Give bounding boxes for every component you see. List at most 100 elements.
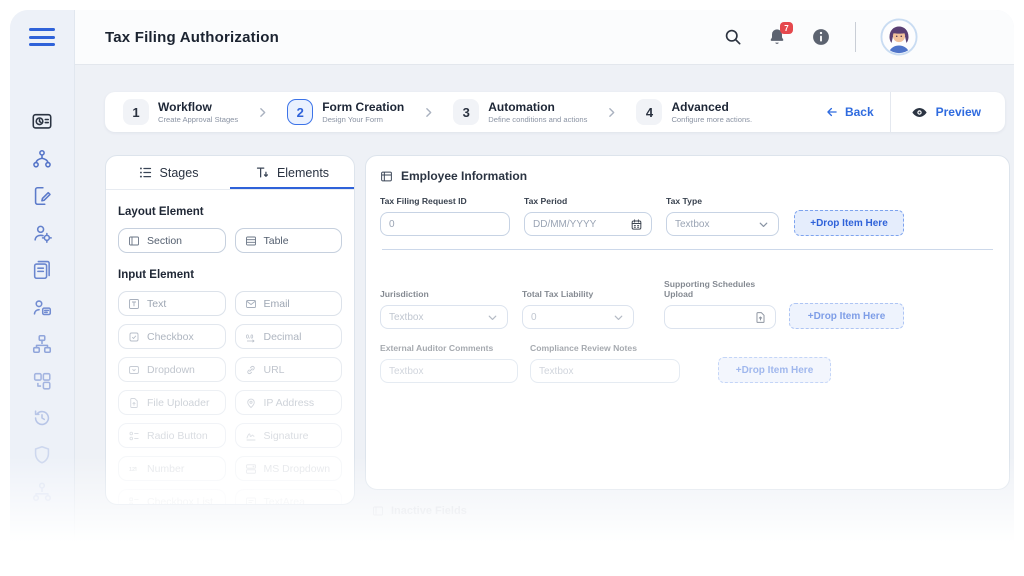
arrow-left-icon	[827, 107, 837, 117]
menu-icon[interactable]	[29, 28, 55, 51]
chevron-right-icon	[256, 106, 269, 119]
section-icon	[373, 506, 383, 516]
palette-item-section[interactable]: Section	[118, 228, 226, 253]
step-automation[interactable]: 3 Automation Define conditions and actio…	[449, 99, 591, 125]
workflow-icon[interactable]	[31, 148, 53, 170]
compliance-review-notes-input[interactable]: Textbox	[530, 359, 680, 383]
section-icon	[381, 171, 392, 181]
field-external-auditor-comments: External Auditor Comments Textbox	[380, 343, 518, 383]
form-section-header: Employee Information	[380, 169, 995, 183]
tab-label: Elements	[276, 165, 330, 180]
palette-item-email[interactable]: Email	[234, 291, 342, 316]
email-icon	[245, 299, 256, 308]
info-icon[interactable]	[811, 27, 831, 47]
step-advanced[interactable]: 4 Advanced Configure more actions.	[632, 99, 756, 125]
stages-icon	[139, 167, 151, 178]
palette-item-text[interactable]: Text	[118, 291, 226, 316]
svg-text:0.0: 0.0	[246, 334, 253, 340]
supporting-schedules-upload-input[interactable]	[664, 305, 776, 329]
search-icon[interactable]	[723, 27, 743, 47]
user-badge-icon[interactable]	[31, 296, 53, 318]
documents-icon[interactable]	[31, 259, 53, 281]
step-number: 1	[123, 99, 149, 125]
file-upload-icon	[756, 311, 765, 323]
layout-element-heading: Layout Element	[118, 206, 204, 218]
field-tax-type: Tax Type Textbox	[666, 196, 779, 236]
form-row-3: External Auditor Comments Textbox Compli…	[380, 343, 995, 383]
user-avatar[interactable]	[880, 18, 918, 56]
drop-zone-3[interactable]: +Drop Item Here	[718, 357, 831, 383]
eye-icon	[912, 107, 927, 117]
org-chart-icon[interactable]	[31, 481, 53, 503]
field-tax-period: Tax Period DD/MM/YYYY	[524, 196, 652, 236]
palette-item-file-uploader[interactable]: File Uploader	[118, 390, 226, 415]
palette-item-textarea[interactable]: TextArea	[234, 489, 342, 504]
hierarchy-icon[interactable]	[31, 333, 53, 355]
tab-stages[interactable]: Stages	[106, 156, 230, 189]
palette-item-table[interactable]: Table	[234, 228, 342, 253]
field-jurisdiction: Jurisdiction Textbox	[380, 289, 508, 329]
panel-tabs: Stages Elements	[106, 156, 354, 190]
dashboard-clock-icon[interactable]	[31, 111, 53, 133]
sidebar-nav	[31, 111, 53, 503]
back-button[interactable]: Back	[809, 105, 890, 119]
form-row-1: Tax Filing Request ID 0 Tax Period DD/MM…	[380, 196, 995, 236]
header-actions: 7	[723, 18, 918, 56]
palette-item-ms-dropdown[interactable]: MS Dropdown	[234, 456, 342, 481]
drop-zone-1[interactable]: +Drop Item Here	[794, 210, 904, 236]
table-icon	[245, 236, 256, 245]
palette-item-signature[interactable]: Signature	[234, 423, 342, 448]
step-workflow[interactable]: 1 Workflow Create Approval Stages	[119, 99, 242, 125]
step-number: 3	[453, 99, 480, 125]
palette-item-dropdown[interactable]: Dropdown	[118, 357, 226, 382]
tax-period-input[interactable]: DD/MM/YYYY	[524, 212, 652, 236]
step-title: Advanced	[671, 100, 729, 114]
field-total-tax-liability: Total Tax Liability 0	[522, 289, 634, 329]
form-section-title: Employee Information	[401, 169, 528, 183]
palette-item-decimal[interactable]: 0.0 Decimal	[234, 324, 342, 349]
palette-body: Layout Element Section Table Input Eleme…	[106, 190, 354, 504]
svg-text:12: 12	[129, 467, 135, 473]
form-edit-icon[interactable]	[31, 185, 53, 207]
elements-panel: Stages Elements Layout Element Section T…	[105, 155, 355, 505]
step-title: Workflow	[158, 100, 212, 114]
textarea-icon	[245, 497, 256, 504]
chevron-down-icon	[759, 222, 768, 227]
preview-button[interactable]: Preview	[891, 104, 1001, 121]
elements-icon	[256, 167, 268, 178]
modules-icon[interactable]	[31, 370, 53, 392]
history-icon[interactable]	[31, 407, 53, 429]
step-subtitle: Configure more actions.	[671, 115, 753, 124]
palette-item-url[interactable]: URL	[234, 357, 342, 382]
total-tax-liability-select[interactable]: 0	[522, 305, 634, 329]
back-label: Back	[844, 105, 874, 119]
shield-icon[interactable]	[31, 444, 53, 466]
checkbox-list-icon	[129, 497, 139, 504]
ms-dropdown-icon	[245, 463, 256, 474]
tax-type-select[interactable]: Textbox	[666, 212, 779, 236]
palette-item-ip-address[interactable]: IP Address	[234, 390, 342, 415]
chevron-down-icon	[614, 315, 623, 320]
drop-zone-2[interactable]: +Drop Item Here	[789, 303, 904, 329]
tax-filing-request-id-input[interactable]: 0	[380, 212, 510, 236]
jurisdiction-select[interactable]: Textbox	[380, 305, 508, 329]
step-form-creation[interactable]: 2 Form Creation Design Your Form	[283, 99, 408, 125]
text-icon	[129, 298, 139, 309]
palette-item-radio-button[interactable]: Radio Button	[118, 423, 226, 448]
ip-address-icon	[246, 398, 255, 408]
palette-item-number[interactable]: 12 Number	[118, 456, 226, 481]
user-settings-icon[interactable]	[31, 222, 53, 244]
external-auditor-comments-input[interactable]: Textbox	[380, 359, 518, 383]
decimal-icon: 0.0	[246, 334, 255, 343]
notifications-bell-icon[interactable]: 7	[767, 22, 793, 47]
palette-item-checkbox[interactable]: Checkbox	[118, 324, 226, 349]
tab-elements[interactable]: Elements	[230, 156, 354, 189]
palette-item-checkbox-list[interactable]: Checkbox List	[118, 489, 226, 504]
radio-button-icon	[129, 431, 139, 440]
chevron-right-icon	[422, 106, 435, 119]
content-area: 1 Workflow Create Approval Stages 2 Form…	[75, 65, 1014, 562]
sidebar	[10, 10, 75, 562]
checkbox-icon	[129, 332, 139, 341]
chevron-down-icon	[488, 315, 497, 320]
step-number: 4	[636, 99, 663, 125]
